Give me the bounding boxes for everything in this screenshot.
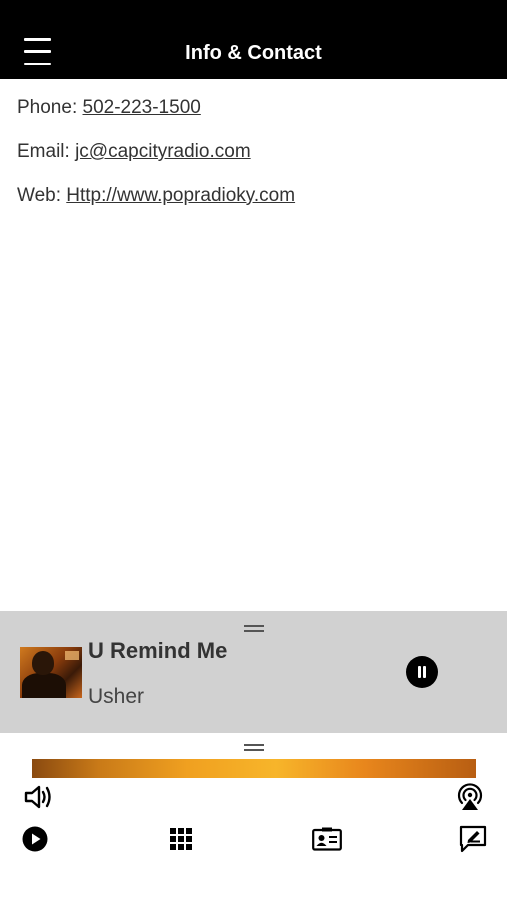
header-bar: Info & Contact: [0, 0, 507, 79]
drag-handle-icon[interactable]: [244, 625, 264, 632]
pause-icon[interactable]: [406, 656, 438, 688]
play-icon[interactable]: [22, 826, 48, 852]
email-label: Email:: [17, 141, 76, 162]
contact-info: Phone: 502-223-1500 Email: jc@capcityrad…: [17, 96, 487, 228]
grid-icon[interactable]: [170, 828, 192, 850]
track-title: U Remind Me: [88, 638, 228, 663]
player-panel: [0, 733, 507, 900]
email-link[interactable]: jc@capcityradio.com: [75, 141, 251, 162]
email-row: Email: jc@capcityradio.com: [17, 140, 487, 184]
app-screen: Info & Contact Phone: 502-223-1500 Email…: [0, 0, 507, 900]
track-artist: Usher: [88, 685, 145, 708]
phone-link[interactable]: 502-223-1500: [83, 97, 201, 118]
web-row: Web: Http://www.popradioky.com: [17, 184, 487, 228]
phone-label: Phone:: [17, 97, 83, 118]
phone-row: Phone: 502-223-1500: [17, 96, 487, 140]
contact-card-icon[interactable]: [312, 827, 342, 851]
page-title: Info & Contact: [185, 42, 322, 64]
banner-image: [32, 759, 476, 778]
web-link[interactable]: Http://www.popradioky.com: [66, 185, 295, 206]
panel-drag-handle-icon[interactable]: [244, 744, 264, 751]
airplay-icon[interactable]: [454, 781, 486, 813]
album-art: [20, 647, 82, 698]
compose-icon[interactable]: [459, 825, 487, 853]
now-playing-bar[interactable]: U Remind Me Usher: [0, 611, 507, 733]
web-label: Web:: [17, 185, 67, 206]
volume-icon[interactable]: [24, 783, 54, 811]
